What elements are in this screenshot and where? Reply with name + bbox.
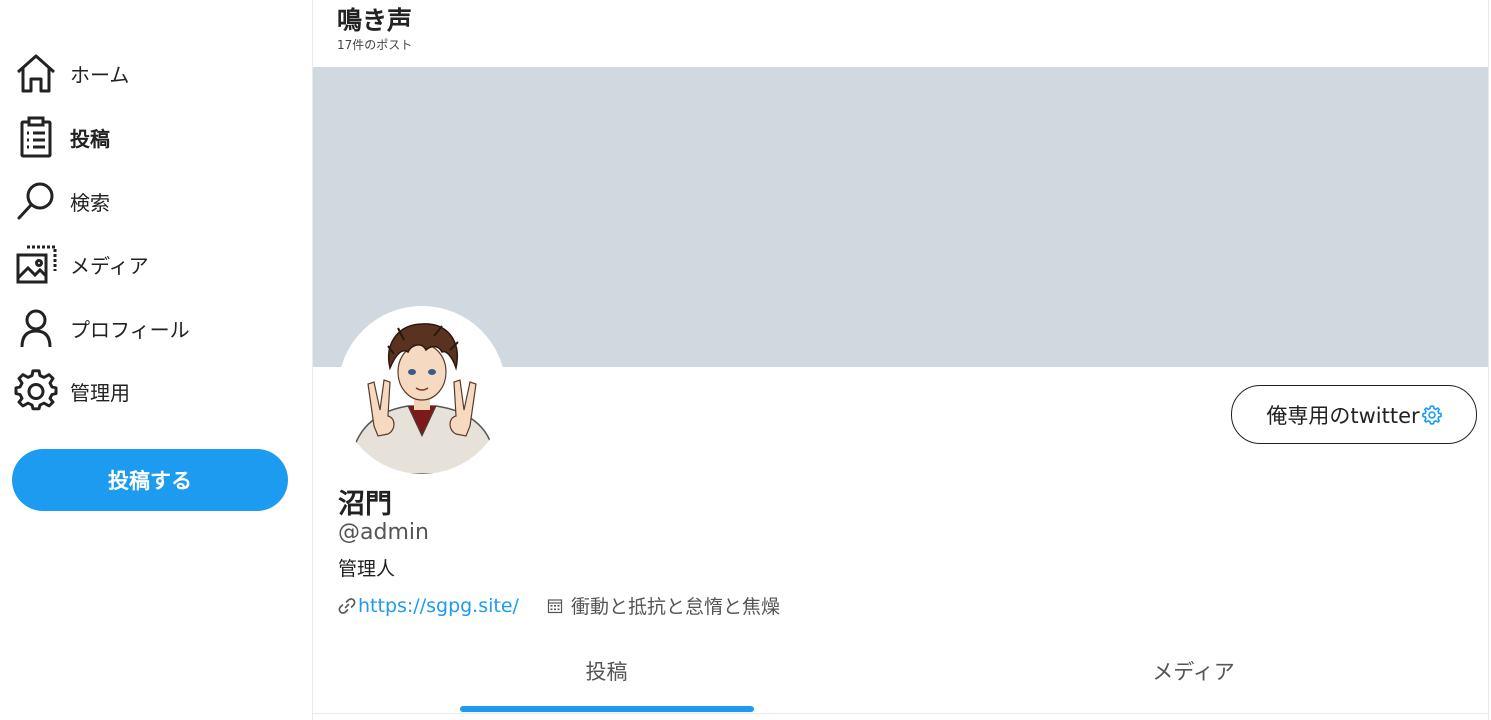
profile-tagline-text: 衝動と抵抗と怠惰と焦燥 — [570, 596, 780, 618]
sidebar-item-label: 検索 — [70, 190, 110, 215]
sidebar-item-admin[interactable]: 管理用 — [12, 365, 292, 417]
search-icon — [12, 177, 60, 225]
user-icon — [12, 304, 60, 352]
home-icon — [12, 49, 60, 97]
page-title: 鳴き声 — [337, 6, 413, 35]
calendar-icon — [547, 598, 563, 613]
clipboard-list-icon — [12, 113, 60, 161]
profile-meta: https://sgpg.site/ 衝動と抵抗と怠惰と焦燥 — [338, 592, 780, 619]
sidebar-item-home[interactable]: ホーム — [12, 47, 292, 99]
profile-main: 鳴き声 17件のポスト 俺専用のtwitter 沼門 @admin 管理人 ht… — [312, 0, 1489, 720]
post-count: 17件のポスト — [337, 38, 413, 52]
sidebar-item-label: メディア — [70, 253, 149, 278]
profile-tagline: 衝動と抵抗と怠惰と焦燥 — [547, 592, 780, 619]
gear-icon — [1421, 405, 1442, 425]
compose-post-button[interactable]: 投稿する — [12, 449, 288, 511]
tab-label: 投稿 — [585, 660, 628, 684]
profile-name: 沼門 — [338, 489, 392, 520]
tab-label: メディア — [1152, 660, 1235, 684]
gear-icon — [12, 367, 60, 415]
sidebar-item-profile[interactable]: プロフィール — [12, 302, 292, 354]
sidebar-item-search[interactable]: 検索 — [12, 175, 292, 227]
tab-media[interactable]: メディア — [900, 635, 1487, 707]
tab-posts[interactable]: 投稿 — [313, 635, 900, 707]
my-twitter-button-label: 俺専用のtwitter — [1266, 403, 1420, 428]
media-images-icon — [12, 240, 60, 288]
profile-bio: 管理人 — [338, 558, 396, 580]
sidebar-item-posts[interactable]: 投稿 — [12, 111, 292, 163]
profile-handle: @admin — [338, 520, 429, 545]
avatar-illustration — [338, 306, 506, 474]
sidebar: ホーム 投稿 検索 メディア プロフィール 管理用 投稿する — [0, 0, 312, 720]
sidebar-item-label: 投稿 — [70, 126, 110, 151]
my-twitter-button[interactable]: 俺専用のtwitter — [1231, 385, 1477, 444]
profile-tabs: 投稿 メディア — [313, 635, 1488, 714]
profile-website-text: https://sgpg.site/ — [358, 594, 519, 617]
sidebar-item-label: ホーム — [70, 62, 130, 87]
sidebar-item-label: プロフィール — [70, 317, 190, 342]
active-tab-indicator — [460, 706, 754, 712]
sidebar-item-media[interactable]: メディア — [12, 238, 292, 290]
profile-header: 鳴き声 17件のポスト — [337, 4, 412, 52]
sidebar-item-label: 管理用 — [70, 380, 130, 405]
link-icon — [338, 597, 356, 614]
avatar[interactable] — [338, 306, 506, 474]
profile-website-link[interactable]: https://sgpg.site/ — [338, 595, 519, 617]
profile-banner — [313, 67, 1488, 367]
